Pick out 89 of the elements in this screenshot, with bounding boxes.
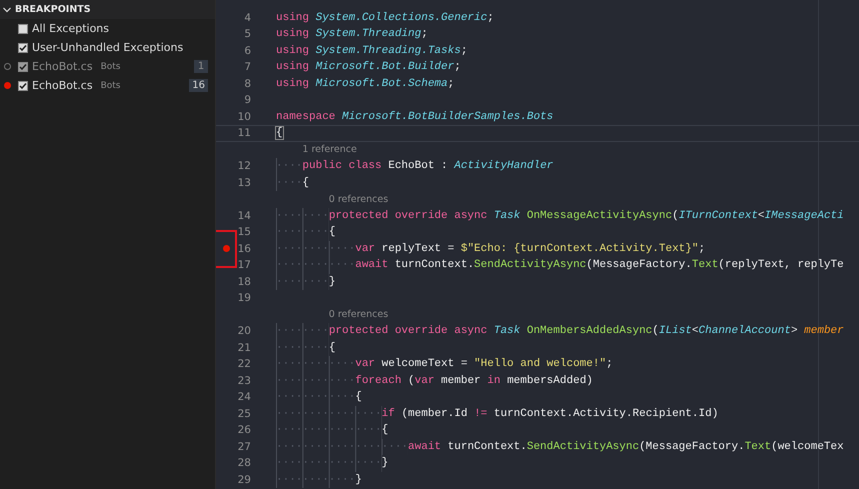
whitespace-marks: ············ xyxy=(276,356,356,372)
code-line: foreach (var member in membersAdded) xyxy=(355,374,593,387)
code-lens[interactable]: 0 references xyxy=(328,309,388,320)
code-line: public class EchoBot : ActivityHandler xyxy=(302,160,554,172)
whitespace-marks: ········ xyxy=(276,340,329,356)
line-number: 29 xyxy=(236,474,251,486)
line-number: 6 xyxy=(243,44,251,57)
whitespace-marks: ···················· xyxy=(276,438,408,455)
whitespace-marks: ············ xyxy=(276,257,356,274)
line-number: 21 xyxy=(236,342,251,354)
line-number: 13 xyxy=(236,176,251,189)
code-line: var welcomeText = "Hello and welcome!"; xyxy=(355,358,613,370)
whitespace-marks: ············ xyxy=(276,240,356,257)
whitespace-marks: ············ xyxy=(276,389,356,406)
line-number: 14 xyxy=(236,210,251,222)
code-line: var replyText = $"Echo: {turnContext.Activity.Text}"; xyxy=(355,242,706,255)
line-count: 1 xyxy=(194,60,208,73)
breakpoint-item[interactable]: EchoBot.cs Bots 1 xyxy=(0,57,215,76)
code-line: await turnContext.SendActivityAsync(MessageFactory.Text(replyText, replyTe xyxy=(355,259,844,272)
line-number: 17 xyxy=(236,259,251,272)
whitespace-marks: ········ xyxy=(276,208,329,224)
code-line: using System.Collections.Generic; xyxy=(276,12,494,24)
code-lens[interactable]: 1 reference xyxy=(302,144,357,156)
code-line: } xyxy=(355,474,362,486)
breakpoint-label: User-Unhandled Exceptions xyxy=(32,41,184,54)
line-number: 4 xyxy=(243,12,251,24)
code-line: using System.Threading.Tasks; xyxy=(276,44,468,57)
code-line: protected override async Task OnMessageActivityAsync(ITurnContext<IMessageActi xyxy=(328,210,844,222)
checkbox[interactable] xyxy=(18,80,28,90)
code-line: using System.Threading; xyxy=(276,28,428,40)
code-line: using Microsoft.Bot.Builder; xyxy=(276,61,461,74)
line-number: 5 xyxy=(243,28,251,40)
breakpoint-item[interactable]: User-Unhandled Exceptions xyxy=(0,38,215,57)
code-line: { xyxy=(382,424,388,436)
line-number: 18 xyxy=(236,276,251,288)
checkbox[interactable] xyxy=(18,42,28,52)
code-line: { xyxy=(302,176,310,189)
section-title: BREAKPOINTS xyxy=(15,4,91,15)
line-number: 23 xyxy=(236,374,251,387)
line-number: 28 xyxy=(236,457,251,470)
line-number: 11 xyxy=(236,127,251,140)
code-line: { xyxy=(355,391,362,404)
folder-label: Bots xyxy=(100,62,120,72)
line-number: 10 xyxy=(236,110,251,123)
code-line: await turnContext.SendActivityAsync(MessageFactory.Text(welcomeTex xyxy=(408,440,844,453)
breakpoint-label: EchoBot.cs xyxy=(32,79,93,92)
line-number: 15 xyxy=(236,226,251,238)
line-number: 26 xyxy=(236,424,251,436)
line-number: 27 xyxy=(236,440,251,453)
whitespace-marks: ················ xyxy=(276,406,382,422)
whitespace-marks: ············ xyxy=(276,372,356,389)
line-number: 16 xyxy=(236,242,251,255)
line-number: 12 xyxy=(236,160,251,172)
whitespace-marks: ················ xyxy=(276,455,382,472)
breakpoint-label: EchoBot.cs xyxy=(32,60,93,73)
whitespace-marks: ········ xyxy=(276,323,329,340)
breakpoint-icon[interactable] xyxy=(222,245,230,252)
line-number: 9 xyxy=(243,94,251,106)
whitespace-marks: ········ xyxy=(276,224,329,240)
breakpoint-label: All Exceptions xyxy=(32,22,109,35)
whitespace-marks: ················ xyxy=(276,422,382,438)
folder-label: Bots xyxy=(100,80,120,90)
code-line: } xyxy=(328,276,336,288)
whitespace-marks: ···· xyxy=(276,174,302,191)
line-number: 7 xyxy=(243,61,251,74)
code-line: if (member.Id != turnContext.Activity.Recipient.Id) xyxy=(382,408,718,420)
code-line: } xyxy=(382,457,388,470)
code-line: { xyxy=(276,127,283,140)
whitespace-marks: ············ xyxy=(276,472,356,488)
line-number: 8 xyxy=(243,78,251,90)
code-lens[interactable]: 0 references xyxy=(328,194,388,205)
line-number: 24 xyxy=(236,391,251,404)
breakpoint-item[interactable]: EchoBot.cs Bots 16 xyxy=(0,76,215,95)
line-number: 22 xyxy=(236,358,251,370)
line-number: 25 xyxy=(236,408,251,420)
line-number: 20 xyxy=(236,325,251,338)
code-line: { xyxy=(328,226,336,238)
code-line: namespace Microsoft.BotBuilderSamples.Bots xyxy=(276,110,554,123)
whitespace-marks: ········ xyxy=(276,274,329,290)
checkbox[interactable] xyxy=(18,24,28,34)
line-number: 19 xyxy=(236,292,251,304)
code-line: protected override async Task OnMembersAddedAsync(IList<ChannelAccount> member xyxy=(328,325,844,338)
checkbox[interactable] xyxy=(18,62,28,72)
whitespace-marks: ···· xyxy=(276,158,302,174)
breakpoints-header[interactable]: BREAKPOINTS xyxy=(0,0,215,19)
code-line: { xyxy=(328,342,336,354)
breakpoint-item[interactable]: All Exceptions xyxy=(0,19,215,38)
code-line: using Microsoft.Bot.Schema; xyxy=(276,78,454,90)
line-count: 16 xyxy=(189,79,208,92)
